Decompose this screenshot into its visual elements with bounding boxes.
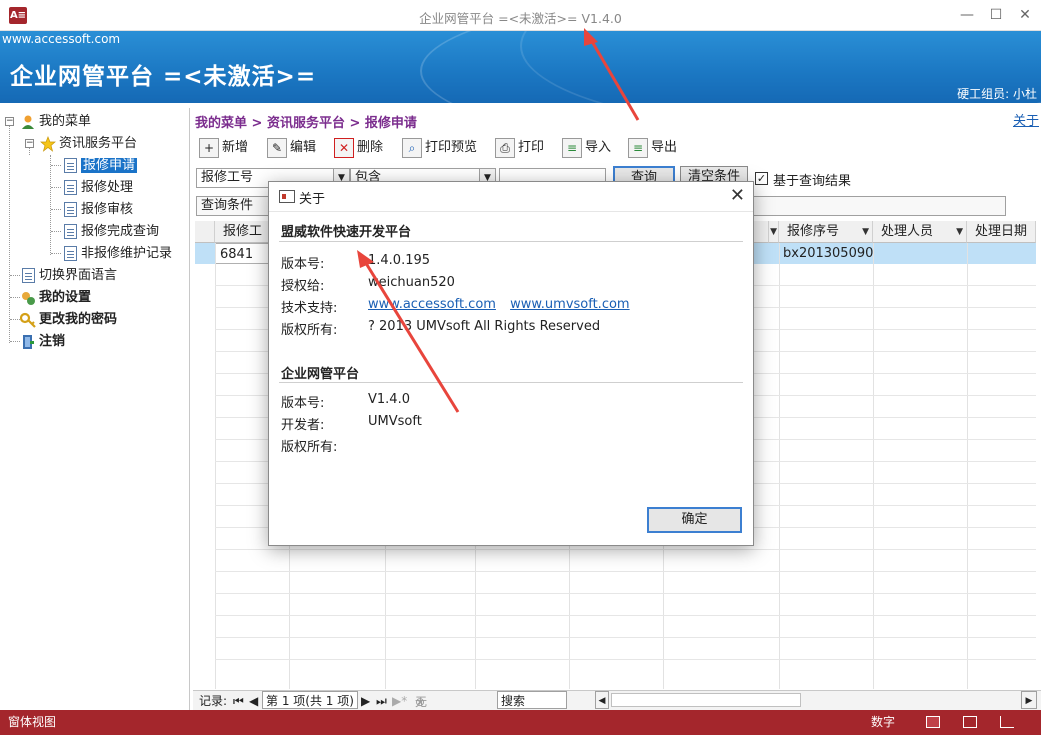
annotation-arrows bbox=[357, 28, 640, 413]
arrow-to-title-icon bbox=[584, 28, 640, 121]
arrow-to-version-icon bbox=[357, 250, 460, 413]
